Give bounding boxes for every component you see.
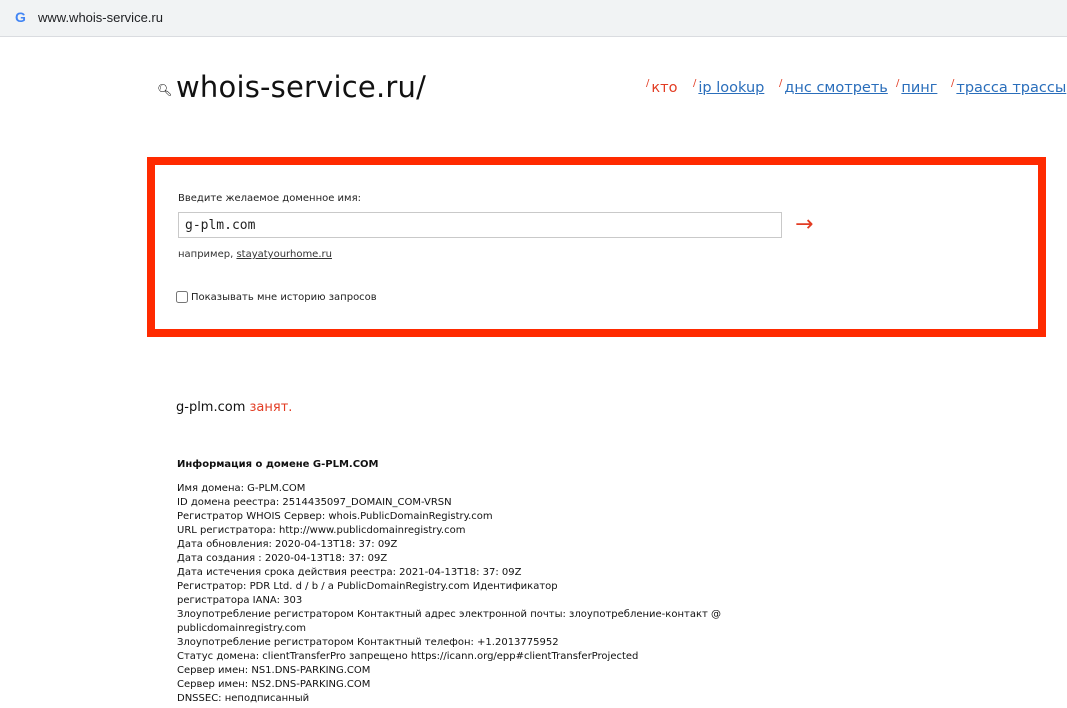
whois-line: Регистратор WHOIS Сервер: whois.PublicDo… <box>177 511 493 522</box>
whois-line: Дата создания : 2020-04-13T18: 37: 09Z <box>177 553 388 564</box>
whois-line: регистратора IANA: 303 <box>177 595 303 606</box>
nav-item-dns[interactable]: / днс смотреть <box>779 78 888 102</box>
history-label: Показывать мне историю запросов <box>191 291 377 303</box>
nav-slash: / <box>693 78 697 89</box>
google-icon: G <box>15 9 26 25</box>
history-option[interactable]: Показывать мне историю запросов <box>176 291 377 303</box>
address-bar[interactable]: G www.whois-service.ru <box>0 0 1067 37</box>
whois-line: publicdomainregistry.com <box>177 623 306 634</box>
whois-line: URL регистратора: http://www.publicdomai… <box>177 525 466 536</box>
whois-line: Регистратор: PDR Ltd. d / b / a PublicDo… <box>177 581 558 592</box>
nav-item-kto[interactable]: / кто <box>646 78 677 102</box>
status-domain: g-plm.com <box>176 400 246 415</box>
url-text[interactable]: www.whois-service.ru <box>38 10 163 25</box>
nav-item-ip-lookup[interactable]: / ip lookup <box>693 78 764 102</box>
history-checkbox[interactable] <box>176 291 188 303</box>
domain-status: g-plm.com занят. <box>176 400 292 415</box>
submit-arrow-icon[interactable]: → <box>795 212 813 238</box>
whois-line: DNSSEC: неподписанный <box>177 693 310 704</box>
whois-line: ID домена реестра: 2514435097_DOMAIN_COM… <box>177 497 452 508</box>
example-hint: например, stayatyourhome.ru <box>178 249 332 260</box>
whois-info-title: Информация о домене G-PLM.COM <box>177 459 379 470</box>
nav-link-ping[interactable]: пинг <box>901 80 937 96</box>
whois-line: Имя домена: G-PLM.COM <box>177 483 306 494</box>
nav-slash: / <box>951 78 955 89</box>
nav-slash: / <box>896 78 900 89</box>
whois-line: Злоупотребление регистратором Контактный… <box>177 637 559 648</box>
nav-link-ip-lookup[interactable]: ip lookup <box>698 80 764 96</box>
whois-line: Дата обновления: 2020-04-13T18: 37: 09Z <box>177 539 398 550</box>
status-taken: занят. <box>245 400 293 415</box>
whois-line: Статус домена: clientTransferPro запреще… <box>177 651 639 662</box>
example-link[interactable]: stayatyourhome.ru <box>236 249 332 260</box>
whois-line: Сервер имен: NS2.DNS-PARKING.COM <box>177 679 371 690</box>
nav-item-ping[interactable]: / пинг <box>896 78 937 102</box>
domain-field-label: Введите желаемое доменное имя: <box>178 193 361 204</box>
nav-slash: / <box>779 78 783 89</box>
whois-line: Злоупотребление регистратором Контактный… <box>177 609 721 620</box>
nav-link-dns[interactable]: днс смотреть <box>784 80 887 96</box>
whois-line: Сервер имен: NS1.DNS-PARKING.COM <box>177 665 371 676</box>
whois-line: Дата истечения срока действия реестра: 2… <box>177 567 522 578</box>
domain-input[interactable] <box>178 212 782 238</box>
nav-slash: / <box>646 78 650 89</box>
nav-link-traceroute[interactable]: трасса трассы <box>956 80 1066 96</box>
nav-link-kto[interactable]: кто <box>651 80 677 96</box>
example-prefix: например, <box>178 249 237 260</box>
site-title[interactable]: whois-service.ru/ <box>176 70 426 104</box>
magnifier-icon: 🔍︎ <box>157 83 173 97</box>
nav-item-traceroute[interactable]: / трасса трассы <box>951 78 1066 102</box>
domain-search-form: Введите желаемое доменное имя: → наприме… <box>147 157 1046 337</box>
whois-info-block: Имя домена: G-PLM.COM ID домена реестра:… <box>177 482 737 706</box>
